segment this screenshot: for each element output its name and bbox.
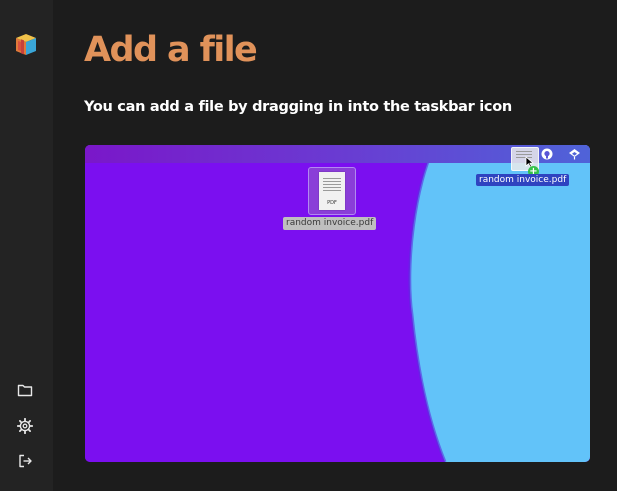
page-title: Add a file <box>84 30 258 70</box>
gear-icon[interactable] <box>15 416 35 436</box>
logout-icon[interactable] <box>15 451 35 471</box>
app-window: Add a file You can add a file by draggin… <box>0 0 617 491</box>
main-content: Add a file You can add a file by draggin… <box>53 0 617 491</box>
pdf-document-icon: PDF <box>319 172 345 210</box>
desktop-file-label: random invoice.pdf <box>283 217 377 230</box>
github-icon[interactable] <box>540 147 554 161</box>
page-subtitle: You can add a file by dragging in into t… <box>84 99 512 115</box>
app-logo-icon <box>12 30 40 58</box>
dragged-file-label: random invoice.pdf <box>476 174 570 186</box>
app-tray-icon[interactable] <box>567 147 581 161</box>
pdf-type-tag: PDF <box>327 200 337 206</box>
folder-icon[interactable] <box>15 380 35 400</box>
sidebar <box>0 0 53 491</box>
desktop-pdf-file-icon[interactable]: PDF <box>308 167 356 215</box>
demo-screenshot: PDF random invoice.pdf + random invoice.… <box>85 145 590 462</box>
